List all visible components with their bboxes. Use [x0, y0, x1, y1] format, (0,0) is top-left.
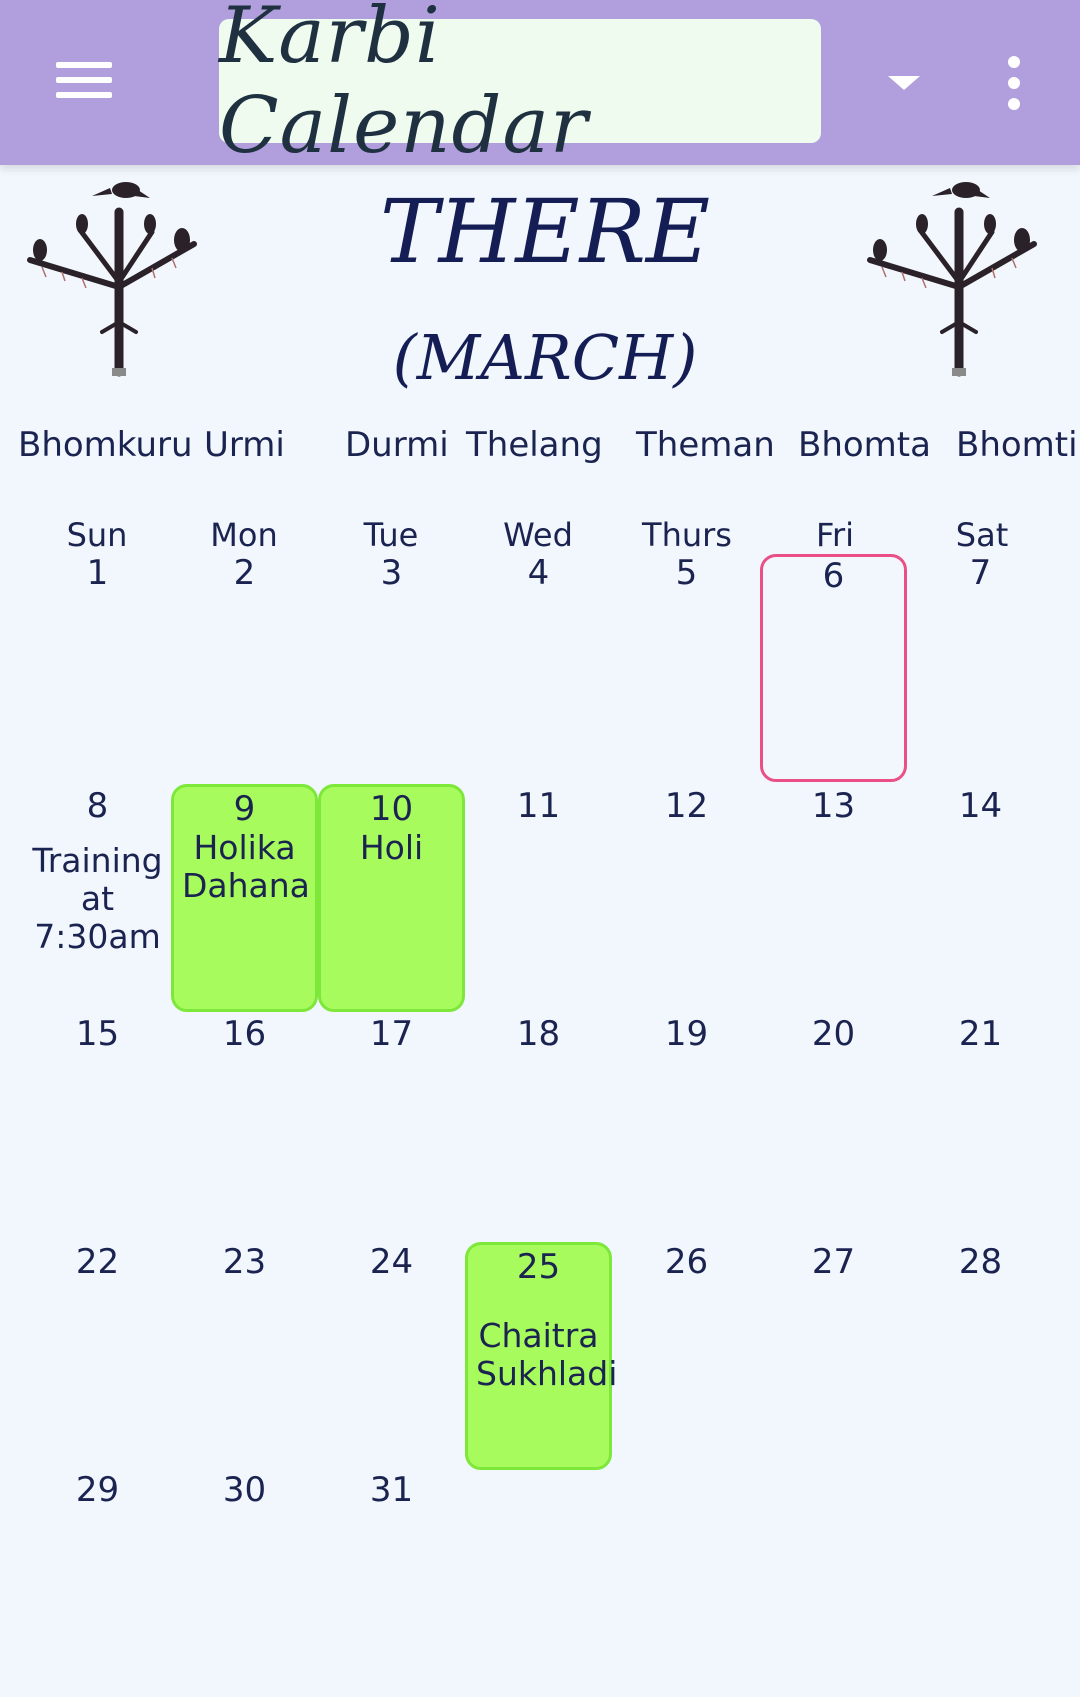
day-number: 27 [811, 1242, 856, 1282]
day-number: 8 [86, 786, 109, 826]
month-title: THERE [379, 180, 711, 283]
karbi-day-label: Bhomta [798, 425, 931, 465]
day-cell[interactable]: 16 [171, 1012, 318, 1240]
weekday-label: Sun [66, 516, 128, 554]
day-number: 21 [958, 1014, 1003, 1054]
day-number: 3 [380, 553, 403, 593]
karbi-day-label: Bhomti [956, 425, 1078, 465]
day-cell[interactable]: 13 [760, 784, 907, 1012]
day-number: 11 [516, 786, 561, 826]
day-cell[interactable]: 14 [907, 784, 1054, 1012]
day-number: 12 [664, 786, 709, 826]
day-cell[interactable]: 4 [465, 553, 612, 782]
day-number: 2 [233, 553, 256, 593]
day-number: 6 [822, 556, 845, 596]
day-number: 29 [75, 1470, 120, 1510]
day-cell[interactable]: 11 [465, 784, 612, 1012]
day-cell[interactable]: 2 [171, 553, 318, 782]
more-options-button[interactable] [990, 52, 1038, 114]
day-cell[interactable]: 28 [907, 1240, 1054, 1468]
karbi-day-label: Durmi [345, 425, 449, 465]
day-cell[interactable]: 21 [907, 1012, 1054, 1240]
app-title-box: Karbi Calendar [219, 0, 821, 171]
day-number: 24 [369, 1242, 414, 1282]
hamburger-icon-line [56, 92, 112, 98]
caret-down-icon [888, 76, 920, 90]
app-title: Karbi Calendar [219, 0, 589, 171]
karbi-day-label: Bhomkuru [18, 425, 193, 465]
day-event-label: Holika Dahana [182, 828, 310, 905]
day-number: 16 [222, 1014, 267, 1054]
day-cell[interactable]: 12 [613, 784, 760, 1012]
weekday-label: Thurs [642, 516, 732, 554]
day-cell[interactable]: 24 [318, 1240, 465, 1468]
weekday-label: Wed [503, 516, 573, 554]
day-number: 10 [369, 789, 414, 829]
day-number: 18 [516, 1014, 561, 1054]
day-number: 23 [222, 1242, 267, 1282]
day-number: 20 [811, 1014, 856, 1054]
day-event-label: Chaitra Sukhladi [476, 1316, 618, 1393]
day-number: 1 [86, 553, 109, 593]
day-cell[interactable]: 31 [318, 1468, 465, 1696]
day-cell[interactable]: 15 [24, 1012, 171, 1240]
day-number: 15 [75, 1014, 120, 1054]
day-event-label: Training at 7:30am [32, 841, 163, 956]
weekday-label: Fri [815, 516, 855, 554]
month-subtitle: (MARCH) [392, 321, 698, 394]
day-number: 17 [369, 1014, 414, 1054]
day-cell[interactable]: 27 [760, 1240, 907, 1468]
day-cell[interactable]: 8 Training at 7:30am [24, 784, 171, 1012]
karbi-day-label: Thelang [466, 425, 603, 465]
day-number: 9 [233, 789, 256, 829]
day-cell[interactable]: 23 [171, 1240, 318, 1468]
day-cell[interactable]: 5 [613, 553, 760, 782]
today-day-cell[interactable]: 6 [760, 554, 907, 782]
karbi-day-label: Urmi [204, 425, 285, 465]
day-event-label: Holi [359, 828, 424, 867]
day-cell[interactable]: 1 [24, 553, 171, 782]
weekday-label: Mon [210, 516, 278, 554]
hamburger-icon [56, 62, 112, 68]
hamburger-icon-line [56, 77, 112, 83]
day-number: 19 [664, 1014, 709, 1054]
karbi-day-label: Theman [636, 425, 775, 465]
karbi-symbol-icon-left [27, 182, 197, 377]
day-cell[interactable]: 19 [613, 1012, 760, 1240]
day-number: 26 [664, 1242, 709, 1282]
menu-button[interactable] [50, 55, 118, 105]
day-cell[interactable]: 22 [24, 1240, 171, 1468]
holiday-day-cell[interactable]: 9 Holika Dahana [171, 784, 318, 1012]
day-cell[interactable]: 26 [613, 1240, 760, 1468]
day-number: 4 [527, 553, 550, 593]
day-number: 7 [969, 553, 992, 593]
holiday-day-cell[interactable]: 25 Chaitra Sukhladi [465, 1242, 618, 1470]
day-cell[interactable]: 3 [318, 553, 465, 782]
day-cell[interactable]: 20 [760, 1012, 907, 1240]
day-cell[interactable]: 7 [907, 553, 1054, 782]
day-number: 22 [75, 1242, 120, 1282]
weekday-label: Tue [363, 516, 419, 554]
day-number: 31 [369, 1470, 414, 1510]
day-number: 5 [675, 553, 698, 593]
weekday-label: Sat [955, 516, 1009, 554]
day-number: 28 [958, 1242, 1003, 1282]
day-number: 25 [516, 1247, 561, 1287]
day-number: 30 [222, 1470, 267, 1510]
karbi-symbol-icon-right [867, 182, 1037, 377]
day-number: 13 [811, 786, 856, 826]
day-cell[interactable]: 17 [318, 1012, 465, 1240]
day-cell[interactable]: 30 [171, 1468, 318, 1696]
holiday-day-cell[interactable]: 10 Holi [318, 784, 465, 1012]
day-number: 14 [958, 786, 1003, 826]
app-bar: Karbi Calendar [0, 0, 1080, 171]
more-vert-icon [1008, 56, 1020, 110]
dropdown-button[interactable] [874, 60, 934, 104]
day-cell[interactable]: 29 [24, 1468, 171, 1696]
day-cell[interactable]: 18 [465, 1012, 612, 1240]
